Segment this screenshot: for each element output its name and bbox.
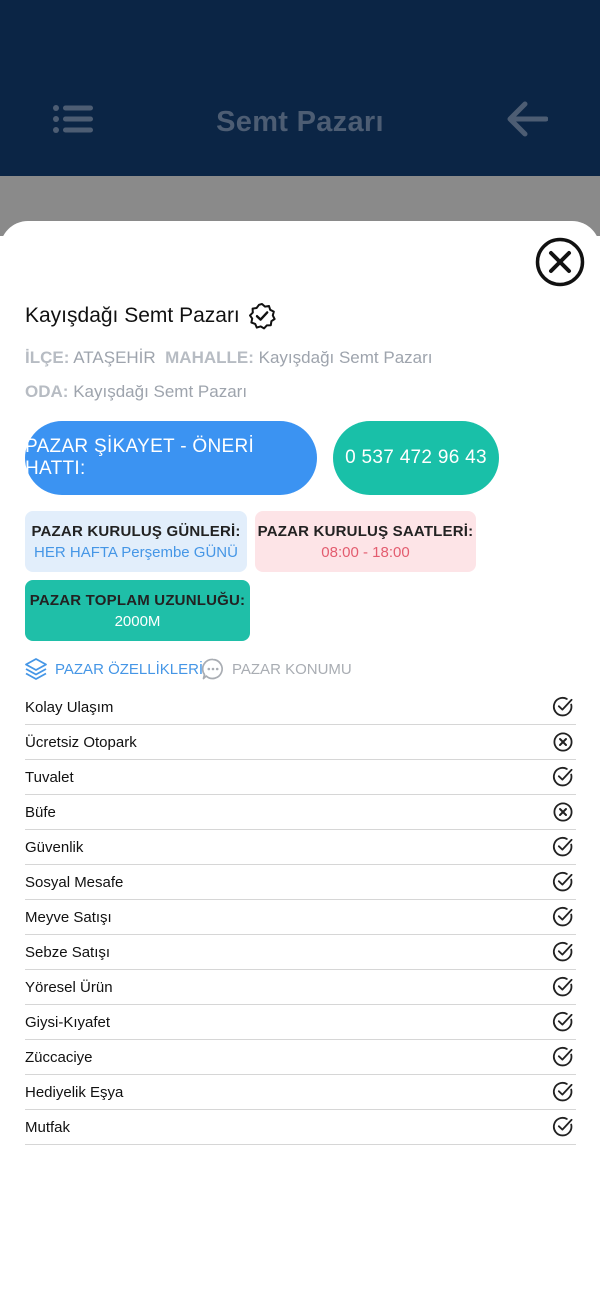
oda-label: ODA: bbox=[25, 382, 69, 401]
hotline-phone-button[interactable]: 0 537 472 96 43 bbox=[333, 421, 499, 495]
feature-label: Tuvalet bbox=[25, 768, 74, 786]
setup-hours-label: PAZAR KURULUŞ SAATLERİ: bbox=[257, 522, 474, 540]
setup-days-label: PAZAR KURULUŞ GÜNLERİ: bbox=[31, 522, 241, 540]
feature-label: Büfe bbox=[25, 803, 56, 821]
feature-label: Meyve Satışı bbox=[25, 908, 112, 926]
check-circle-icon bbox=[553, 1116, 573, 1137]
check-circle-icon bbox=[553, 941, 573, 962]
check-circle-icon bbox=[553, 1011, 573, 1032]
hotline-phone: 0 537 472 96 43 bbox=[345, 447, 487, 468]
check-circle-icon bbox=[553, 906, 573, 927]
feature-row: Ücretsiz Otopark bbox=[25, 725, 576, 760]
complaint-hotline-button[interactable]: PAZAR ŞİKAYET - ÖNERİ HATTI: bbox=[25, 421, 317, 495]
feature-row: Güvenlik bbox=[25, 830, 576, 865]
check-circle-icon bbox=[553, 836, 573, 857]
market-name: Kayışdağı Semt Pazarı bbox=[25, 304, 240, 327]
mahalle-label: MAHALLE: bbox=[165, 348, 254, 367]
ilce-value: ATAŞEHİR bbox=[73, 348, 156, 367]
tab-features-label: PAZAR ÖZELLİKLERİ bbox=[55, 660, 204, 678]
feature-row: Sebze Satışı bbox=[25, 935, 576, 970]
feature-row: Büfe bbox=[25, 795, 576, 830]
feature-row: Yöresel Ürün bbox=[25, 970, 576, 1005]
setup-hours-value: 08:00 - 18:00 bbox=[321, 543, 410, 561]
feature-row: Meyve Satışı bbox=[25, 900, 576, 935]
feature-label: Güvenlik bbox=[25, 838, 84, 856]
feature-row: Züccaciye bbox=[25, 1040, 576, 1075]
verified-badge-icon bbox=[248, 303, 276, 330]
check-circle-icon bbox=[553, 1081, 573, 1102]
features-list: Kolay Ulaşım Ücretsiz Otopark Tuvalet Büfe G… bbox=[25, 690, 576, 1145]
feature-label: Yöresel Ürün bbox=[25, 978, 113, 996]
feature-row: Sosyal Mesafe bbox=[25, 865, 576, 900]
check-circle-icon bbox=[553, 766, 573, 787]
ilce-label: İLÇE: bbox=[25, 348, 70, 367]
feature-label: Kolay Ulaşım bbox=[25, 698, 114, 716]
check-circle-icon bbox=[553, 1046, 573, 1067]
feature-label: Ücretsiz Otopark bbox=[25, 733, 137, 751]
market-title: Kayışdağı Semt Pazarı bbox=[25, 302, 276, 330]
feature-row: Mutfak bbox=[25, 1110, 576, 1145]
total-length-card: PAZAR TOPLAM UZUNLUĞU: 2000M bbox=[25, 580, 250, 641]
feature-label: Sebze Satışı bbox=[25, 943, 111, 961]
setup-days-value: HER HAFTA Perşembe GÜNÜ bbox=[34, 543, 238, 561]
chat-bubble-icon bbox=[201, 658, 223, 680]
check-circle-icon bbox=[553, 976, 573, 997]
mahalle-value: Kayışdağı Semt Pazarı bbox=[258, 348, 433, 367]
chamber-info: ODA: Kayışdağı Semt Pazarı bbox=[25, 382, 247, 402]
feature-row: Giysi-Kıyafet bbox=[25, 1005, 576, 1040]
oda-value: Kayışdağı Semt Pazarı bbox=[73, 382, 248, 401]
feature-row: Kolay Ulaşım bbox=[25, 690, 576, 725]
layers-icon bbox=[25, 658, 47, 680]
back-arrow-icon[interactable] bbox=[506, 100, 548, 138]
x-circle-icon bbox=[553, 732, 573, 752]
district-info: İLÇE: ATAŞEHİR MAHALLE: Kayışdağı Semt P… bbox=[25, 348, 433, 368]
feature-row: Hediyelik Eşya bbox=[25, 1075, 576, 1110]
close-icon[interactable] bbox=[535, 237, 585, 287]
feature-label: Giysi-Kıyafet bbox=[25, 1013, 111, 1031]
check-circle-icon bbox=[553, 696, 573, 717]
total-length-value: 2000M bbox=[114, 612, 161, 630]
feature-label: Mutfak bbox=[25, 1118, 71, 1136]
tab-features[interactable]: PAZAR ÖZELLİKLERİ bbox=[24, 657, 203, 681]
feature-label: Sosyal Mesafe bbox=[25, 873, 124, 891]
feature-label: Züccaciye bbox=[25, 1048, 93, 1066]
hotline-label: PAZAR ŞİKAYET - ÖNERİ HATTI: bbox=[25, 436, 255, 479]
setup-days-card: PAZAR KURULUŞ GÜNLERİ: HER HAFTA Perşemb… bbox=[25, 511, 247, 572]
tab-location-label: PAZAR KONUMU bbox=[232, 660, 352, 678]
tab-location[interactable]: PAZAR KONUMU bbox=[201, 657, 352, 681]
feature-label: Hediyelik Eşya bbox=[25, 1083, 124, 1101]
total-length-label: PAZAR TOPLAM UZUNLUĞU: bbox=[29, 591, 246, 609]
x-circle-icon bbox=[553, 802, 573, 822]
setup-hours-card: PAZAR KURULUŞ SAATLERİ: 08:00 - 18:00 bbox=[255, 511, 476, 572]
app-header: Semt Pazarı bbox=[0, 0, 600, 176]
check-circle-icon bbox=[553, 871, 573, 892]
feature-row: Tuvalet bbox=[25, 760, 576, 795]
